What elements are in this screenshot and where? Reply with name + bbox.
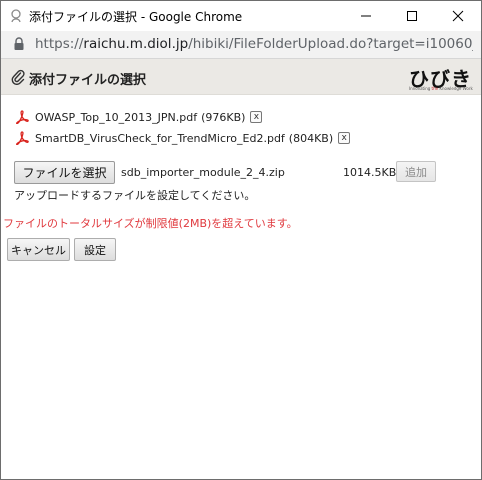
lock-icon [14, 37, 24, 50]
dialog-header: 添付ファイルの選択 ひびき Innovating the Knowledge W… [1, 59, 481, 95]
url-host: raichu.m.diol.jp [83, 36, 189, 52]
selected-file-name: sdb_importer_module_2_4.zip [121, 166, 285, 179]
attachment-row: SmartDB_VirusCheck_for_TrendMicro_Ed2.pd… [15, 130, 351, 146]
pdf-icon [15, 131, 29, 145]
close-icon [452, 10, 464, 22]
url-path: /hibiki/FileFolderUpload.do?target=i1006… [188, 36, 473, 52]
browser-window: 添付ファイルの選択 - Google Chrome https://raichu… [0, 0, 482, 480]
maximize-button[interactable] [389, 1, 435, 31]
upload-hint: アップロードするファイルを設定してください。 [14, 189, 256, 202]
maximize-icon [407, 11, 417, 21]
attachment-name: SmartDB_VirusCheck_for_TrendMicro_Ed2.pd… [35, 131, 285, 145]
remove-icon: x [253, 111, 260, 122]
remove-attachment-button[interactable]: x [338, 132, 351, 144]
remove-icon: x [341, 132, 347, 143]
paperclip-icon [11, 69, 25, 85]
logo-tagline-prefix: Innovating [409, 86, 432, 91]
window-title: 添付ファイルの選択 - Google Chrome [29, 10, 243, 24]
dialog-title: 添付ファイルの選択 [29, 73, 147, 88]
remove-attachment-button[interactable]: x [250, 111, 263, 123]
minimize-button[interactable] [343, 1, 389, 31]
set-button[interactable]: 設定 [74, 238, 116, 261]
minimize-icon [361, 15, 371, 17]
logo-tagline: Innovating the Knowledge Work [409, 86, 473, 91]
hibiki-logo: ひびき Innovating the Knowledge Work [409, 63, 473, 93]
add-button[interactable]: 追加 [396, 161, 436, 182]
size-error-message: ファイルのトータルサイズが制限値(2MB)を超えています。 [3, 217, 298, 230]
attachment-size: (804KB) [288, 131, 334, 145]
title-bar: 添付ファイルの選択 - Google Chrome [1, 1, 481, 31]
url-text[interactable]: https://raichu.m.diol.jp/hibiki/FileFold… [35, 36, 473, 52]
attachment-size: (976KB) [201, 110, 246, 124]
address-bar[interactable]: https://raichu.m.diol.jp/hibiki/FileFold… [1, 31, 481, 59]
pdf-icon [15, 110, 29, 124]
cancel-button[interactable]: キャンセル [7, 238, 70, 261]
choose-file-button[interactable]: ファイルを選択 [14, 161, 115, 184]
attachment-name: OWASP_Top_10_2013_JPN.pdf [35, 110, 198, 124]
selected-file-size: 1014.5KB [343, 166, 397, 179]
app-icon [11, 9, 21, 23]
close-button[interactable] [435, 1, 481, 31]
logo-tagline-suffix: Knowledge Work [438, 86, 473, 91]
attachment-row: OWASP_Top_10_2013_JPN.pdf (976KB) x [15, 109, 263, 125]
url-scheme: https:// [35, 36, 84, 52]
